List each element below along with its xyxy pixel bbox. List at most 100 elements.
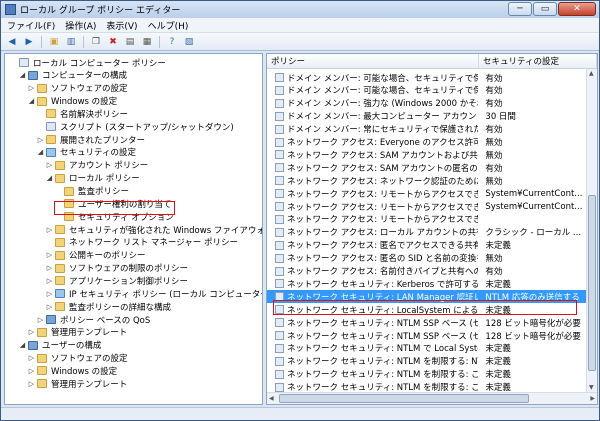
policy-row[interactable]: ネットワーク アクセス: SAM アカウントの匿名の列挙を許... 有効 <box>267 161 586 174</box>
scroll-left-icon[interactable]: ◀ <box>269 395 274 402</box>
expand-toggle-icon[interactable]: ▷ <box>45 161 54 169</box>
title-bar[interactable]: ローカル グループ ポリシー エディター ─ ▭ ✕ <box>1 1 599 18</box>
policy-row[interactable]: ドメイン メンバー: 最大コンピューター アカウントのパスワード... 30 日間 <box>267 110 586 123</box>
policy-value: 有効 <box>485 163 503 174</box>
policy-row[interactable]: ネットワーク セキュリティ: Kerberos で許可する暗号化... 未定義 <box>267 277 586 290</box>
horizontal-scrollbar[interactable]: ◀ ▶ <box>267 392 597 404</box>
policy-row[interactable]: ネットワーク セキュリティ: NTLM SSP ベース (セキュア... 128 … <box>267 316 586 329</box>
tree-node[interactable]: ▷ ソフトウェアの設定 <box>5 82 129 95</box>
policy-row[interactable]: ドメイン メンバー: 可能な場合、セキュリティで保護されたチャ... 有効 <box>267 71 586 84</box>
expand-toggle-icon[interactable]: ◢ <box>18 341 27 349</box>
scroll-up-icon[interactable]: ▲ <box>589 70 594 77</box>
expand-toggle-icon[interactable]: ▷ <box>36 316 45 324</box>
tree-node[interactable]: 監査ポリシー <box>5 185 130 198</box>
show-hide-tree-icon[interactable]: ▥ <box>64 35 78 48</box>
forward-icon[interactable]: ▶ <box>22 35 36 48</box>
policy-row[interactable]: ドメイン メンバー: 常にセキュリティで保護されたチャネルの... 有効 <box>267 123 586 136</box>
policy-row[interactable]: ドメイン メンバー: 可能な場合、セキュリティで保護されたチャ... 有効 <box>267 84 586 97</box>
vertical-scroll-thumb[interactable] <box>588 195 596 371</box>
expand-toggle-icon[interactable]: ▷ <box>45 303 54 311</box>
delete-icon[interactable]: ✖ <box>106 35 120 48</box>
expand-toggle-icon[interactable]: ▷ <box>45 251 54 259</box>
tree-node[interactable]: ◢ ユーザーの構成 <box>5 339 102 352</box>
policy-row[interactable]: ドメイン メンバー: 強力な (Windows 2000 かそれ以降の) ...… <box>267 97 586 110</box>
help-icon[interactable]: ? <box>165 35 179 48</box>
policy-row[interactable]: ネットワーク セキュリティ: NTLM SSP ベース (セキュア... 128 … <box>267 329 586 342</box>
export-icon[interactable]: ▦ <box>140 35 154 48</box>
tree-node[interactable]: ▷ 展開されたプリンター <box>5 133 146 146</box>
close-button[interactable]: ✕ <box>558 2 596 16</box>
tree-node[interactable]: ◢ セキュリティの設定 <box>5 146 137 159</box>
expand-toggle-icon[interactable]: ▷ <box>36 136 45 144</box>
policy-name: ネットワーク セキュリティ: NTLM を制限する: このドメイ... <box>287 370 478 381</box>
scroll-down-icon[interactable]: ▼ <box>589 384 594 391</box>
tree-node[interactable]: ▷ 公開キーのポリシー <box>5 249 147 262</box>
menu-view[interactable]: 表示(V) <box>106 19 137 32</box>
expand-toggle-icon[interactable]: ◢ <box>27 97 36 105</box>
horizontal-scroll-thumb[interactable] <box>279 394 529 403</box>
column-header-setting[interactable]: セキュリティの設定 <box>479 54 597 68</box>
maximize-button[interactable]: ▭ <box>533 2 557 16</box>
policy-row[interactable]: ネットワーク アクセス: 名前付きパイプと共有への匿名の... 有効 <box>267 265 586 278</box>
tree-node[interactable]: 名前解決ポリシー <box>5 107 129 120</box>
expand-toggle-icon[interactable]: ▷ <box>45 290 54 298</box>
up-folder-icon[interactable]: ▣ <box>47 35 61 48</box>
expand-toggle-icon[interactable]: ▷ <box>27 328 36 336</box>
expand-toggle-icon[interactable]: ▷ <box>45 264 54 272</box>
tree-node[interactable]: ▷ ポリシー ベースの QoS <box>5 313 151 326</box>
policy-row[interactable]: ネットワーク セキュリティ: NTLM を制限する: このドメイ... 未定義 <box>267 368 586 381</box>
policy-row[interactable]: ネットワーク アクセス: 匿名の SID と名前の変換を許可... 無効 <box>267 252 586 265</box>
tree-node[interactable]: ◢ ローカル ポリシー <box>5 172 141 185</box>
expand-toggle-icon[interactable]: ▷ <box>27 367 36 375</box>
policy-row[interactable]: ネットワーク アクセス: リモートからアクセスできる名前... <box>267 213 586 226</box>
tree-node[interactable]: ◢ コンピューターの構成 <box>5 69 128 82</box>
tree-node[interactable]: ▷ アカウント ポリシー <box>5 159 149 172</box>
tree-node[interactable]: ▷ アプリケーション制御ポリシー <box>5 274 189 287</box>
expand-toggle-icon[interactable]: ◢ <box>45 174 54 182</box>
tree-node[interactable]: ◢ Windows の設定 <box>5 95 118 108</box>
policy-row[interactable]: ネットワーク アクセス: リモートからアクセスできるレジス... System¥C… <box>267 187 586 200</box>
vertical-scrollbar[interactable]: ▲ ▼ <box>586 69 597 392</box>
policy-row[interactable]: ネットワーク セキュリティ: NTLM で Local System に... 未… <box>267 342 586 355</box>
tree-node[interactable]: ユーザー権利の割り当て <box>5 197 172 210</box>
policy-row[interactable]: ネットワーク セキュリティ: NTLM を制限する: NTLM 認... 未定義 <box>267 355 586 368</box>
properties-icon[interactable]: ▤ <box>123 35 137 48</box>
expand-toggle-icon[interactable]: ▷ <box>45 277 54 285</box>
tree-node[interactable]: ▷ 管理用テンプレート <box>5 377 128 390</box>
policy-row[interactable]: ネットワーク アクセス: Everyone のアクセス許可を匿名... 無効 <box>267 136 586 149</box>
tree-node[interactable]: ▷ ソフトウェアの設定 <box>5 352 129 365</box>
details-view-icon[interactable]: ▧ <box>182 35 196 48</box>
tree-node[interactable]: ネットワーク リスト マネージャー ポリシー <box>5 236 239 249</box>
expand-toggle-icon[interactable]: ▷ <box>45 226 54 234</box>
expand-toggle-icon[interactable]: ▷ <box>27 354 36 362</box>
menu-file[interactable]: ファイル(F) <box>7 19 55 32</box>
tree-node[interactable]: ローカル コンピューター ポリシー <box>5 56 167 69</box>
menu-help[interactable]: ヘルプ(H) <box>148 19 189 32</box>
expand-toggle-icon[interactable]: ◢ <box>36 148 45 156</box>
policy-value: 有効 <box>485 99 503 110</box>
tree-node[interactable]: ▷ IP セキュリティ ポリシー (ローカル コンピューター) <box>5 287 262 300</box>
scroll-right-icon[interactable]: ▶ <box>590 395 595 402</box>
policy-row[interactable]: ネットワーク アクセス: SAM アカウントおよび共有の匿名... 無効 <box>267 148 586 161</box>
expand-toggle-icon[interactable]: ▷ <box>27 380 36 388</box>
tree-node[interactable]: ▷ Windows の設定 <box>5 364 118 377</box>
copy-icon[interactable]: ❐ <box>89 35 103 48</box>
tree-node[interactable]: スクリプト (スタートアップ/シャットダウン) <box>5 120 235 133</box>
expand-toggle-icon[interactable]: ▷ <box>27 84 36 92</box>
tree-node[interactable]: セキュリティ オプション <box>5 210 175 223</box>
column-header-policy[interactable]: ポリシー <box>267 54 479 68</box>
tree-node[interactable]: ▷ 監査ポリシーの詳細な構成 <box>5 300 172 313</box>
expand-toggle-icon[interactable]: ◢ <box>18 71 27 79</box>
policy-row[interactable]: ネットワーク アクセス: ローカル アカウントの共有とセキュ... クラシック -… <box>267 226 586 239</box>
tree-node[interactable]: ▷ セキュリティが強化された Windows ファイアウォール <box>5 223 262 236</box>
policy-row[interactable]: ネットワーク アクセス: リモートからアクセスできるレジス... System¥C… <box>267 200 586 213</box>
policy-row[interactable]: ネットワーク アクセス: 匿名でアクセスできる共有 未定義 <box>267 239 586 252</box>
policy-row[interactable]: ネットワーク アクセス: ネットワーク認証のためにパスワー... 無効 <box>267 174 586 187</box>
policy-row-selected[interactable]: ネットワーク セキュリティ: LAN Manager 認証レベル NTLM 応答の… <box>267 290 586 304</box>
tree-node[interactable]: ▷ 管理用テンプレート <box>5 326 128 339</box>
back-icon[interactable]: ◀ <box>5 35 19 48</box>
policy-row[interactable]: ネットワーク セキュリティ: LocalSystem による NULL ... 未… <box>267 303 586 316</box>
menu-action[interactable]: 操作(A) <box>65 19 96 32</box>
minimize-button[interactable]: ─ <box>508 2 532 16</box>
tree-node[interactable]: ▷ ソフトウェアの制限のポリシー <box>5 262 189 275</box>
